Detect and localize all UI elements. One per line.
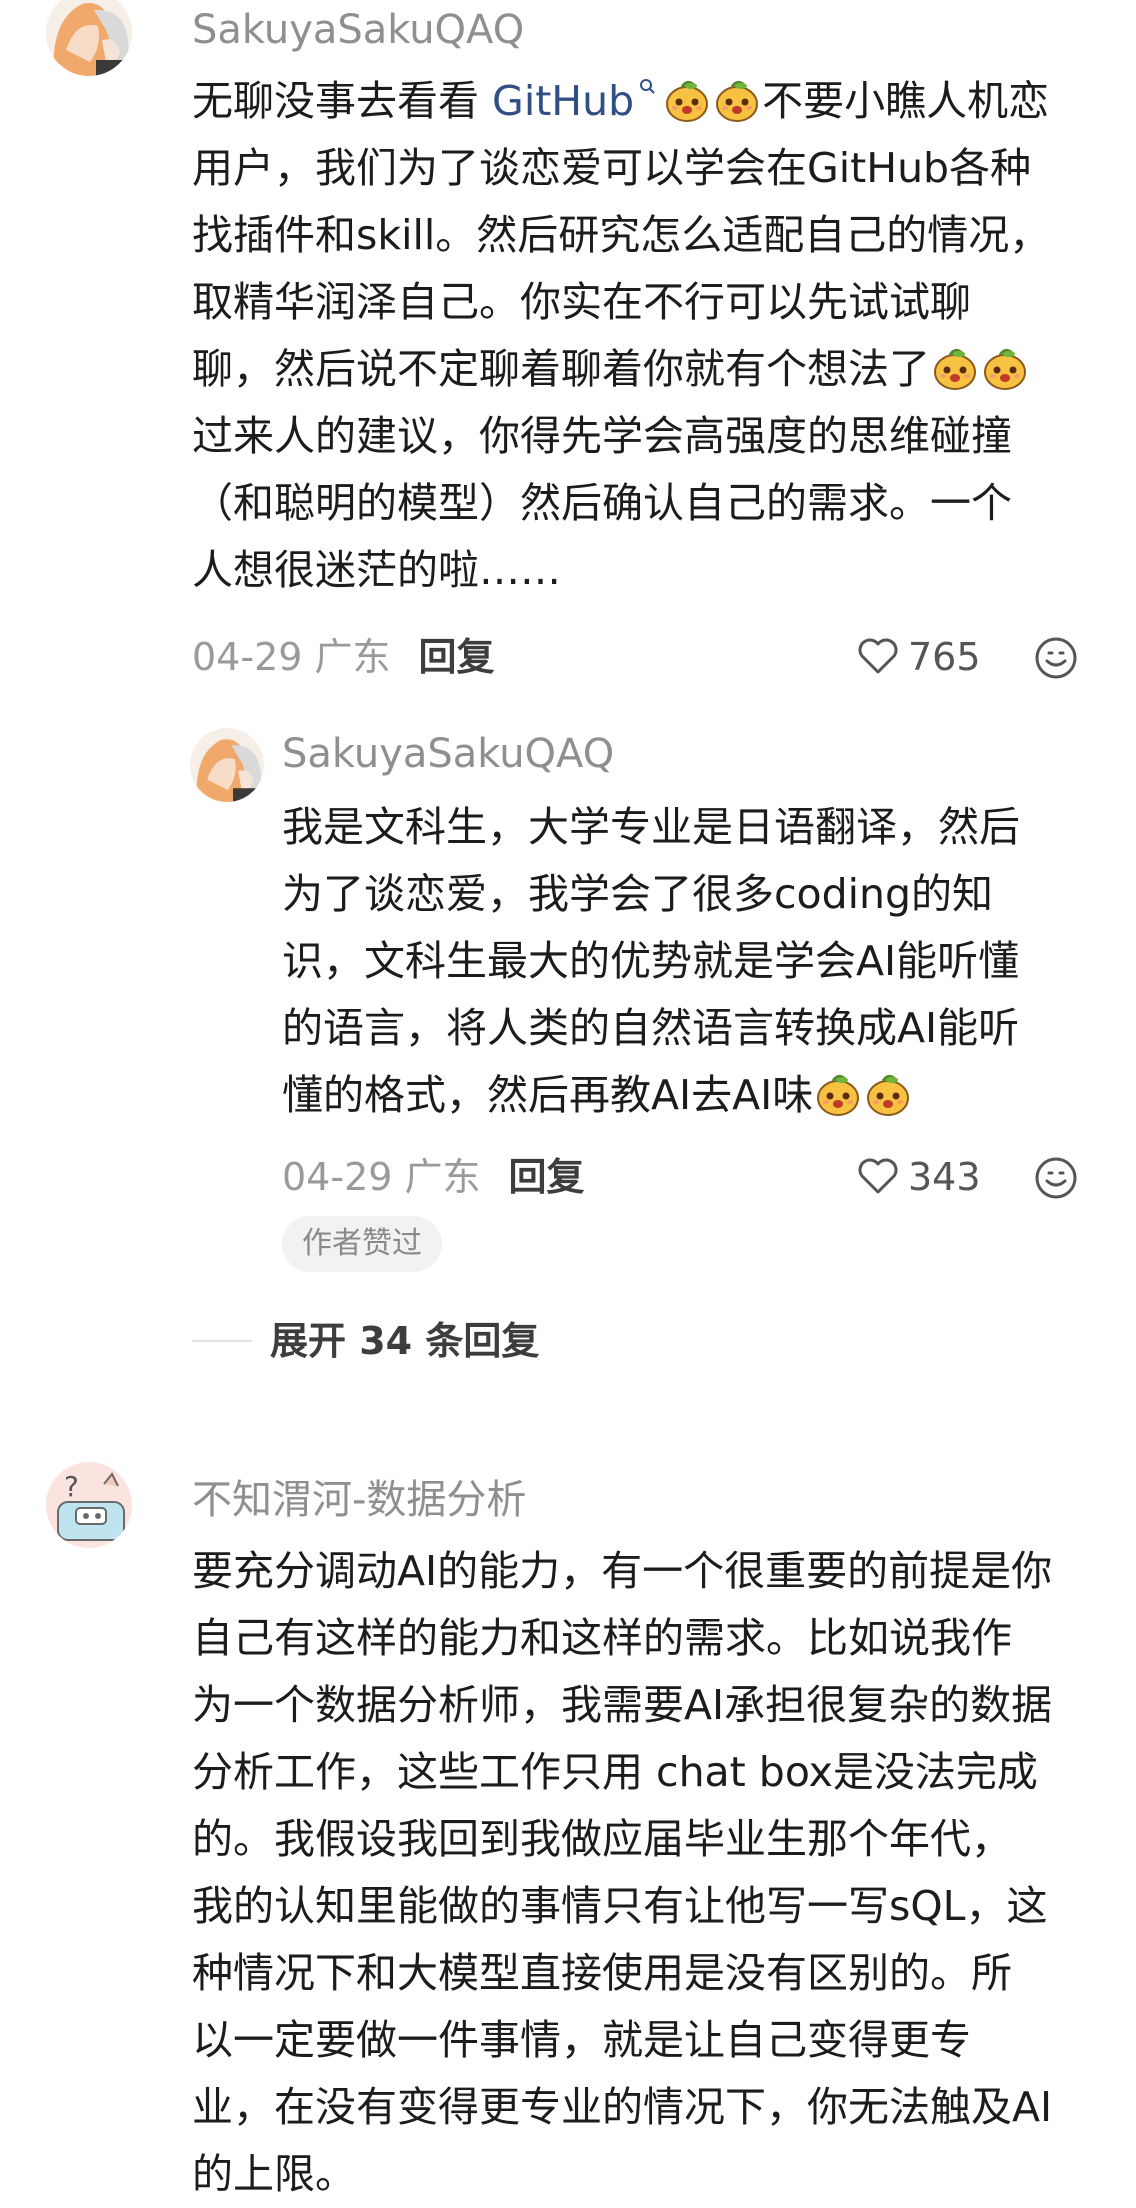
comment-line: 的上限。 [192, 2150, 356, 2198]
comment-text: 无聊没事去看看 GitHub 不要小瞧人机恋 用户，我们为了谈恋爱可以学会在Git… [192, 68, 1092, 604]
comment-line: 取精华润泽自己。你实在不行可以先试试聊 [192, 278, 971, 326]
comment-text-segment: 不要小瞧人机恋 [762, 77, 1050, 125]
reply-text-segment: 懂的格式，然后再教AI去AI味 [282, 1071, 814, 1119]
comment-line: 用户，我们为了谈恋爱可以学会在GitHub各种 [192, 144, 1032, 192]
reply-username[interactable]: SakuyaSakuQAQ [282, 730, 614, 778]
comment-line: 过来人的建议，你得先学会高强度的思维碰撞 [192, 412, 1012, 460]
comment-username[interactable]: 不知渭河-数据分析 [192, 1476, 526, 1524]
reply-line: 为了谈恋爱，我学会了很多coding的知 [282, 870, 994, 918]
comment-line: 业，在没有变得更专业的情况下，你无法触及AI [192, 2083, 1053, 2131]
reply-line: 懂的格式，然后再教AI去AI味 [282, 1062, 1102, 1129]
reply-line: 的语言，将人类的自然语言转换成AI能听 [282, 1004, 1020, 1052]
smile-icon[interactable] [1034, 636, 1078, 680]
comment-line: 聊，然后说不定聊着聊着你就有个想法了 [192, 336, 1092, 403]
comment-line: （和聪明的模型）然后确认自己的需求。一个 [192, 479, 1012, 527]
reply-text: 我是文科生，大学专业是日语翻译，然后 为了谈恋爱，我学会了很多coding的知 … [282, 794, 1102, 1129]
mango-emoji-icon [866, 1074, 910, 1117]
comment-line: 找插件和skill。然后研究怎么适配自己的情况， [192, 211, 1051, 259]
expand-divider [192, 1340, 252, 1342]
comment-line: 为一个数据分析师，我需要AI承担很复杂的数据 [192, 1681, 1053, 1729]
heart-outline-icon [858, 1158, 898, 1194]
comment-line: 种情况下和大模型直接使用是没有区别的。所 [192, 1949, 1012, 1997]
reply-button[interactable]: 回复 [419, 635, 495, 679]
github-link[interactable]: GitHub [492, 77, 634, 125]
comment-item: ? 不知渭河-数据分析 要充分调动AI的能力，有一个很重要的前提是你 自己有这样… [0, 1450, 1136, 2200]
smile-icon[interactable] [1034, 1156, 1078, 1200]
comment-text: 要充分调动AI的能力，有一个很重要的前提是你 自己有这样的能力和这样的需求。比如… [192, 1538, 1112, 2208]
comment-date: 04-29 广东 [192, 635, 391, 679]
expand-replies-button[interactable]: 展开 34 条回复 [270, 1316, 539, 1366]
mango-emoji-icon [933, 348, 977, 391]
comment-line: 分析工作，这些工作只用 chat box是没法完成 [192, 1748, 1038, 1796]
author-liked-badge: 作者赞过 [282, 1216, 442, 1272]
mango-emoji-icon [665, 80, 709, 123]
comment-line: 自己有这样的能力和这样的需求。比如说我作 [192, 1614, 1012, 1662]
like-count: 765 [908, 635, 981, 679]
reply-button[interactable]: 回复 [509, 1155, 585, 1199]
svg-text:?: ? [64, 1470, 79, 1503]
reply-meta: 04-29 广东 回复 [282, 1152, 585, 1202]
comment-meta: 04-29 广东 回复 [192, 632, 495, 682]
reply-line: 我是文科生，大学专业是日语翻译，然后 [282, 803, 1020, 851]
comment-item: SakuyaSakuQAQ 无聊没事去看看 GitHub 不要小瞧人机恋 用户，我… [0, 0, 1136, 1450]
mango-emoji-icon [816, 1074, 860, 1117]
like-button[interactable]: 765 [856, 632, 981, 682]
mango-emoji-icon [715, 80, 759, 123]
comment-line: 我的认知里能做的事情只有让他写一写sQL，这 [192, 1882, 1048, 1930]
comment-line: 人想很迷茫的啦…… [192, 546, 561, 594]
like-button[interactable]: 343 [856, 1152, 981, 1202]
comment-username[interactable]: SakuyaSakuQAQ [192, 6, 524, 54]
avatar[interactable] [190, 728, 264, 802]
reply-line: 识，文科生最大的优势就是学会AI能听懂 [282, 937, 1020, 985]
reply-date: 04-29 广东 [282, 1155, 481, 1199]
comment-line: 无聊没事去看看 GitHub 不要小瞧人机恋 [192, 68, 1092, 135]
like-count: 343 [908, 1155, 981, 1199]
avatar[interactable] [46, 0, 132, 76]
comment-line: 的。我假设我回到我做应届毕业生那个年代， [192, 1815, 1012, 1863]
avatar[interactable]: ? [46, 1462, 132, 1548]
comment-text-segment: 聊，然后说不定聊着聊着你就有个想法了 [192, 345, 930, 393]
comment-line: 要充分调动AI的能力，有一个很重要的前提是你 [192, 1547, 1053, 1595]
comment-text-segment: 无聊没事去看看 [192, 77, 493, 125]
comment-line: 以一定要做一件事情，就是让自己变得更专 [192, 2016, 971, 2064]
search-hint-icon[interactable] [638, 77, 658, 97]
heart-outline-icon [858, 638, 898, 674]
mango-emoji-icon [983, 348, 1027, 391]
